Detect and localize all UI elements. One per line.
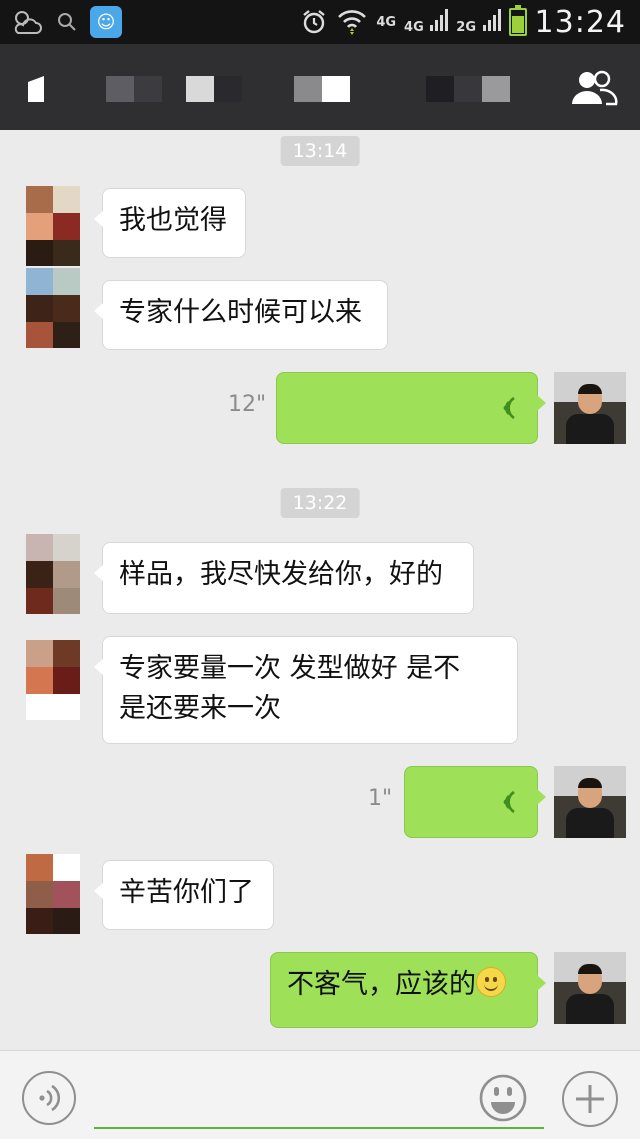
- chat-title-pixelated: [294, 76, 350, 102]
- message-bubble-incoming[interactable]: 我也觉得: [94, 188, 246, 258]
- wifi-icon: [338, 10, 367, 35]
- message-timestamp: 13:22: [280, 488, 360, 518]
- message-input[interactable]: [94, 1071, 544, 1129]
- voice-input-button[interactable]: [22, 1071, 76, 1125]
- voice-wave-icon: [503, 790, 515, 814]
- my-avatar[interactable]: [554, 372, 626, 444]
- chat-title-pixelated: [426, 76, 510, 102]
- more-options-button[interactable]: [562, 1071, 618, 1127]
- avatar[interactable]: [26, 854, 80, 934]
- signal-icon: [430, 9, 449, 31]
- message-line: 专家要量一次 发型做好 是不: [119, 653, 461, 684]
- message-timestamp: 13:14: [280, 136, 360, 166]
- my-avatar[interactable]: [554, 952, 626, 1024]
- message-bubble-incoming[interactable]: 样品，我尽快发给你，好的: [94, 542, 474, 614]
- message-line: 是还要来一次: [119, 693, 281, 724]
- network-4g-label: 4G: [404, 9, 449, 35]
- chat-title-bar: [0, 44, 640, 130]
- chat-title-pixelated: [106, 76, 162, 102]
- network-2g-label: 2G: [456, 9, 501, 35]
- avatar[interactable]: [26, 268, 80, 348]
- message-bubble-incoming[interactable]: 专家什么时候可以来: [94, 280, 388, 350]
- chat-title-pixelated: [186, 76, 242, 102]
- avatar[interactable]: [26, 640, 80, 720]
- my-avatar[interactable]: [554, 766, 626, 838]
- message-text: 不客气，应该的: [287, 969, 476, 1000]
- plus-icon: [576, 1085, 604, 1113]
- signal-icon: [482, 9, 501, 31]
- voice-message-bubble[interactable]: [276, 372, 546, 444]
- voice-duration: 12": [228, 392, 267, 417]
- voice-wave-icon: [503, 396, 515, 420]
- smile-emoji-icon: [476, 967, 506, 997]
- voice-input-icon: [39, 1084, 61, 1112]
- message-bubble-incoming[interactable]: 专家要量一次 发型做好 是不 是还要来一次: [94, 636, 518, 744]
- chat-message-list[interactable]: 13:14 我也觉得 专家什么时候可以来 12" 13:22 样品，我尽快发给你…: [0, 130, 640, 1050]
- message-bubble-incoming[interactable]: 辛苦你们了: [94, 860, 274, 930]
- avatar[interactable]: [26, 534, 80, 614]
- back-icon[interactable]: [24, 76, 50, 102]
- message-bubble-outgoing[interactable]: 不客气，应该的: [270, 952, 546, 1028]
- app-notification-icon: ☺: [90, 6, 122, 38]
- weather-icon: [14, 11, 42, 34]
- avatar[interactable]: [26, 186, 80, 266]
- search-icon: [58, 13, 76, 31]
- voice-message-bubble[interactable]: [404, 766, 546, 838]
- chat-input-bar: [0, 1050, 640, 1139]
- alarm-icon: [303, 10, 326, 34]
- battery-icon: [508, 5, 527, 36]
- voice-duration: 1": [368, 786, 393, 811]
- emoji-icon[interactable]: [478, 1071, 528, 1125]
- status-time: 13:24: [534, 4, 626, 40]
- status-bar: ☺ 4G 4G 2G 13:24: [0, 0, 640, 44]
- members-icon[interactable]: [570, 70, 618, 106]
- network-4g-label: 4G: [376, 14, 397, 30]
